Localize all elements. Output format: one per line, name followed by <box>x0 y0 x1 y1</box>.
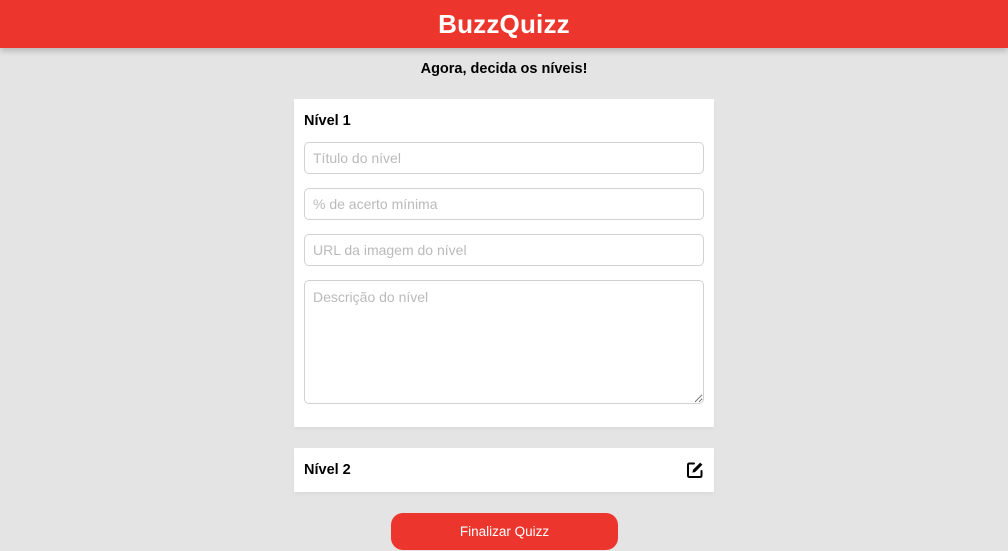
page-subtitle: Agora, decida os níveis! <box>420 61 588 77</box>
finish-quiz-button[interactable]: Finalizar Quizz <box>391 513 618 550</box>
level-title: Nível 2 <box>304 462 351 478</box>
level-title: Nível 1 <box>304 113 351 129</box>
level-title-input[interactable] <box>304 142 704 174</box>
level-card-1: Nível 1 <box>294 99 714 427</box>
edit-icon[interactable] <box>686 461 704 479</box>
level-image-url-input[interactable] <box>304 234 704 266</box>
level-card-2[interactable]: Nível 2 <box>294 448 714 492</box>
level-min-score-input[interactable] <box>304 188 704 220</box>
app-header: BuzzQuizz <box>0 0 1008 48</box>
app-title: BuzzQuizz <box>438 8 570 39</box>
level-description-textarea[interactable] <box>304 280 704 404</box>
